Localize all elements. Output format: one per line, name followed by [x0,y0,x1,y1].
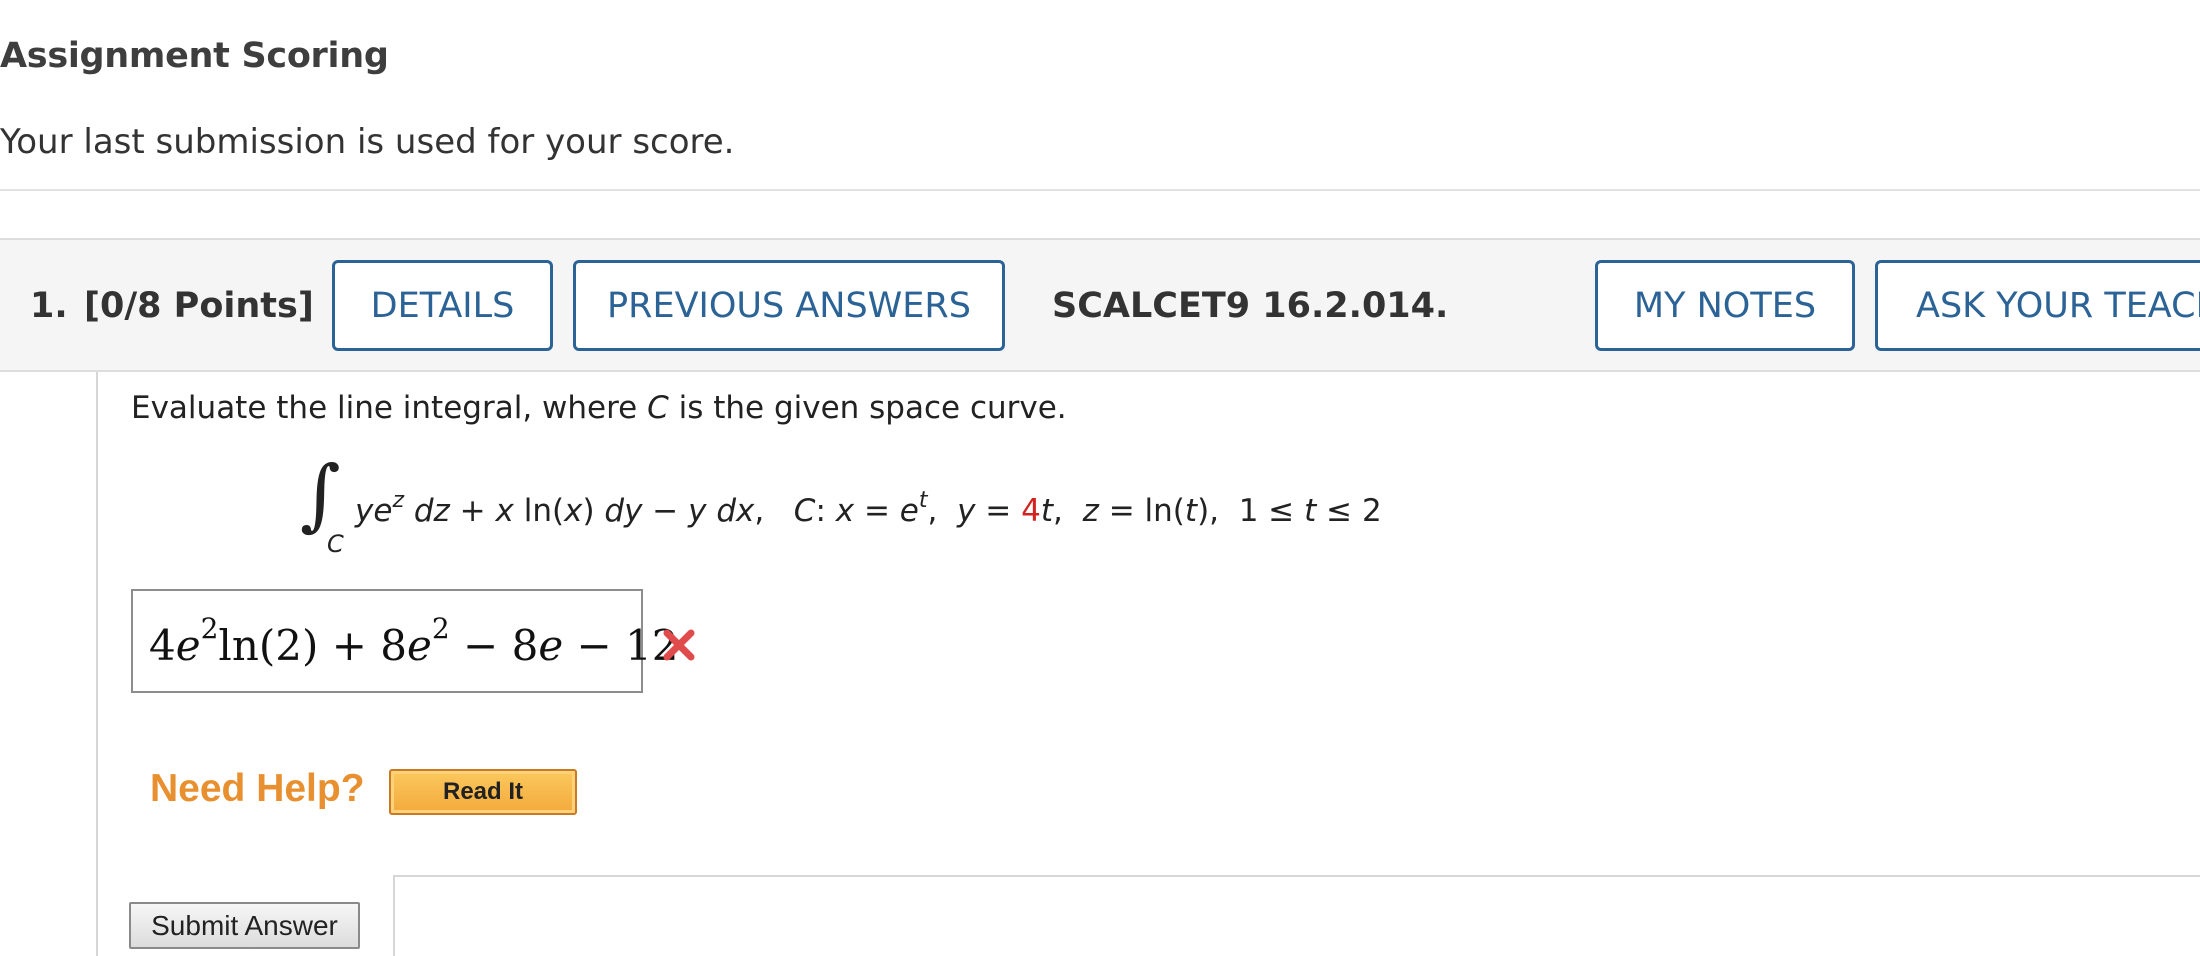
answer-value: 4e2ln(2) + 8e2 − 8e − 12 [149,612,679,670]
divider [0,189,2200,191]
x-icon [663,629,695,661]
prompt-curve-variable: C [647,390,669,426]
page-title: Assignment Scoring [0,36,389,76]
question-prompt: Evaluate the line integral, where C is t… [131,390,1067,426]
details-button[interactable]: DETAILS [332,260,553,351]
question-code: SCALCET9 16.2.014. [1052,286,1449,326]
my-notes-button[interactable]: MY NOTES [1595,260,1855,351]
integral-expression: yez dz + x ln(x) dy − y dx, C: x = et, y… [355,488,1382,529]
read-it-button[interactable]: Read It [389,769,577,815]
highlighted-coefficient: 4 [1021,493,1041,529]
answer-input[interactable]: 4e2ln(2) + 8e2 − 8e − 12 [131,589,679,693]
ask-teacher-button[interactable]: ASK YOUR TEACHER [1875,260,2200,351]
submit-answer-button[interactable]: Submit Answer [129,902,360,949]
page: Assignment Scoring Your last submission … [0,0,2200,956]
integral-sign: ∫ [300,450,341,540]
question-number: 1. [30,286,68,326]
bottom-panel [393,875,2200,956]
question-points: [0/8 Points] [84,286,314,326]
prompt-text-end: is the given space curve. [668,390,1067,426]
need-help-label: Need Help? [150,767,365,810]
page-subtitle: Your last submission is used for your sc… [0,122,735,162]
integral-subscript: C [327,530,344,558]
previous-answers-button[interactable]: PREVIOUS ANSWERS [573,260,1005,351]
question-body-border [96,372,98,956]
question-header-bar: 1. [0/8 Points] DETAILS PREVIOUS ANSWERS… [0,238,2200,372]
prompt-text-start: Evaluate the line integral, where [131,390,648,426]
